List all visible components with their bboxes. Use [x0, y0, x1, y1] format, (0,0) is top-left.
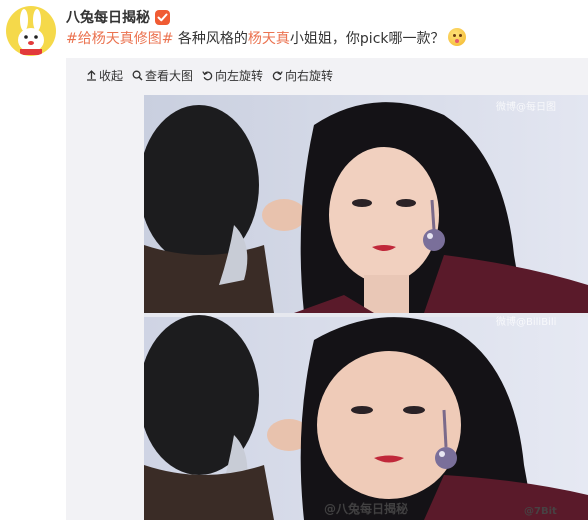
- name-highlight[interactable]: 杨天真: [248, 31, 290, 47]
- blush-emoji-icon: [447, 28, 466, 46]
- artist-hand: [262, 199, 306, 231]
- media-toolbar: 收起 查看大图 向左旋转 向右旋转: [66, 58, 342, 92]
- view-large-button[interactable]: 查看大图: [132, 67, 193, 84]
- rotate-left-icon: [202, 70, 213, 80]
- view-large-label: 查看大图: [145, 68, 194, 83]
- search-icon: [132, 70, 143, 81]
- watermark: 微博@BiliBili: [496, 317, 557, 328]
- collapse-label: 收起: [99, 68, 124, 83]
- verified-icon: [155, 9, 170, 25]
- artist-shoulder: [144, 245, 274, 313]
- watermark: @八兔每日揭秘: [324, 502, 409, 516]
- post-text-part: 各种风格的: [173, 31, 248, 47]
- post-text-part: 小姐姐，你pick哪一款？: [289, 31, 445, 47]
- collapse-button[interactable]: 收起: [86, 67, 123, 84]
- rotate-left-button[interactable]: 向左旋转: [202, 67, 263, 84]
- post-image[interactable]: 微博@每日图 微博@BiliBili @八兔每日揭秘 @7Bit: [144, 95, 588, 520]
- rotate-right-icon: [272, 70, 283, 80]
- collapse-icon: [87, 69, 96, 81]
- photo-collage: [144, 95, 588, 520]
- post-text: #给杨天真修图# 各种风格的杨天真小姐姐，你pick哪一款？: [66, 28, 466, 50]
- earring: [423, 229, 445, 251]
- avatar[interactable]: [6, 6, 56, 56]
- media-box: 收起 查看大图 向左旋转 向右旋转 微博@每日图 微博@BiliBili @八兔…: [66, 58, 588, 520]
- user-row: 八兔每日揭秘: [66, 7, 170, 27]
- rabbit-avatar-icon: [18, 9, 44, 55]
- rotate-right-label: 向右旋转: [285, 68, 334, 83]
- watermark: 微博@每日图: [496, 102, 556, 113]
- rotate-right-button[interactable]: 向右旋转: [272, 67, 333, 84]
- username[interactable]: 八兔每日揭秘: [66, 7, 150, 27]
- woman-face-edited: [317, 351, 461, 499]
- rotate-left-label: 向左旋转: [215, 68, 264, 83]
- watermark: @7Bit: [524, 506, 557, 517]
- hashtag-link[interactable]: #给杨天真修图#: [66, 31, 173, 47]
- woman-face: [329, 147, 439, 283]
